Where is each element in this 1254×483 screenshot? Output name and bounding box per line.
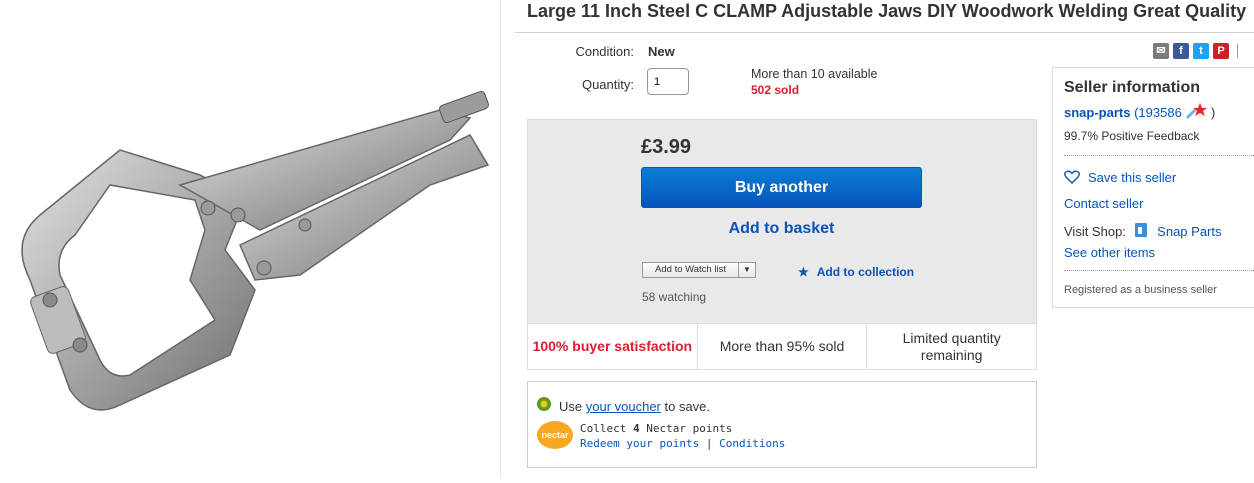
business-seller-note: Registered as a business seller [1064,284,1217,296]
nectar-links: Redeem your points | Conditions [580,436,785,451]
seller-rating-link[interactable]: 193586 [1138,105,1181,120]
heart-icon[interactable] [1064,170,1082,187]
watch-list-label[interactable]: Add to Watch list [643,263,739,277]
nectar-points: 4 [632,422,640,435]
quantity-label: Quantity: [581,77,634,92]
condition-label: Condition: [575,44,634,59]
seller-name-row: snap-parts (193586 ) [1064,102,1215,120]
voucher-text: Use your voucher to save. [559,399,710,414]
save-seller-link[interactable]: Save this seller [1064,170,1176,187]
pinterest-icon[interactable]: P [1213,43,1229,59]
add-to-basket-link[interactable]: Add to basket [641,220,922,238]
watching-count: 58 watching [642,290,707,304]
nectar-text: Collect 4 Nectar points Redeem your poin… [580,421,785,451]
share-bar: ✉ f t P [1153,43,1238,59]
shooting-star-icon[interactable] [1185,102,1208,120]
mail-icon[interactable]: ✉ [1153,43,1169,59]
save-seller-label[interactable]: Save this seller [1088,170,1176,185]
title-divider [515,32,1254,33]
your-voucher-link[interactable]: your voucher [586,399,661,414]
nectar-collect-suffix: Nectar points [639,422,733,435]
share-separator [1237,44,1238,58]
conditions-link[interactable]: Conditions [719,437,785,450]
nectar-collect: Collect 4 Nectar points [580,421,785,436]
add-to-collection-label[interactable]: Add to collection [817,265,914,279]
voucher-use-label: Use [559,399,586,414]
star-icon: ★ [798,265,809,279]
seller-divider-1 [1064,155,1254,156]
voucher-icon [536,396,552,412]
shop-name-link[interactable]: Snap Parts [1157,224,1221,239]
seller-info-title: Seller information [1064,79,1201,96]
product-image[interactable] [0,0,500,478]
availability-text: More than 10 available [751,67,878,81]
stats-row: 100% buyer satisfaction More than 95% so… [527,324,1037,370]
add-to-collection-link[interactable]: ★ Add to collection [798,265,914,279]
limited-quantity-label: Limited quantity remaining [902,329,1001,363]
watch-list-button[interactable]: Add to Watch list ▼ [642,262,756,278]
c-clamp-image [21,90,490,411]
seller-divider-2 [1064,270,1254,271]
nectar-separator: | [699,437,720,450]
seller-name-link[interactable]: snap-parts [1064,105,1130,120]
column-divider [500,0,501,478]
visit-shop-row: Visit Shop: Snap Parts [1064,222,1222,239]
percent-sold: More than 95% sold [696,324,867,369]
sold-count[interactable]: 502 sold [751,83,799,97]
buyer-satisfaction: 100% buyer satisfaction [532,338,693,354]
twitter-icon[interactable]: t [1193,43,1209,59]
positive-feedback: 99.7% Positive Feedback [1064,129,1200,143]
nectar-collect-prefix: Collect [580,422,633,435]
price: £3.99 [641,136,692,158]
visit-shop-label: Visit Shop: [1064,224,1126,239]
see-other-items-link[interactable]: See other items [1064,245,1155,260]
page-title: Large 11 Inch Steel C CLAMP Adjustable J… [527,1,1247,21]
redeem-points-link[interactable]: Redeem your points [580,437,699,450]
voucher-suffix: to save. [660,399,711,414]
quantity-input[interactable] [647,68,689,95]
chevron-down-icon[interactable]: ▼ [739,263,755,277]
seller-rating-close: ) [1207,105,1216,120]
buy-another-button[interactable]: Buy another [641,167,922,208]
condition-value: New [648,44,675,59]
nectar-logo: nectar [537,421,573,449]
limited-quantity: Limited quantity remaining [866,324,1036,369]
contact-seller-link[interactable]: Contact seller [1064,196,1143,211]
shop-icon[interactable] [1134,222,1150,238]
facebook-icon[interactable]: f [1173,43,1189,59]
